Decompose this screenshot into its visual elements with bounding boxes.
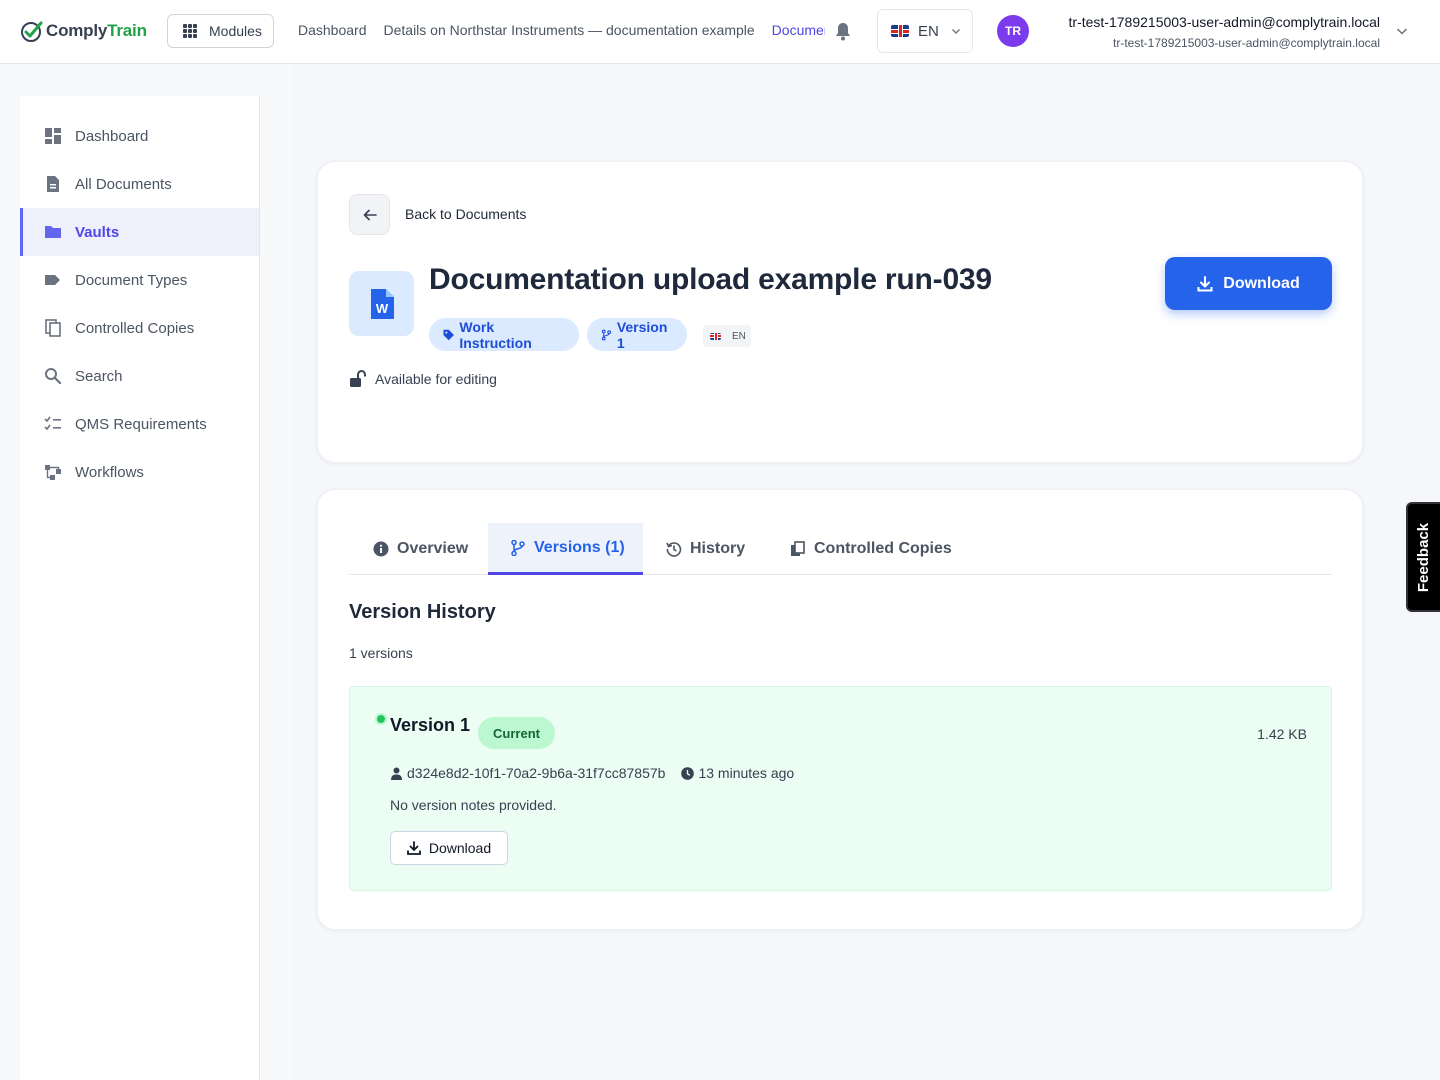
breadcrumb: Dashboard Details on Northstar Instrument… (298, 22, 825, 40)
modules-button[interactable]: Modules (167, 14, 274, 48)
sidebar-item-label: Controlled Copies (75, 319, 195, 337)
logo-text: ComplyTrain (46, 21, 147, 40)
versions-card: Overview Versions (1) History Controlled… (317, 489, 1363, 930)
feedback-tab[interactable]: Feedback (1406, 502, 1440, 612)
version-download-label: Download (428, 840, 492, 856)
document-type-label: Work Instruction (459, 318, 532, 351)
lock-status: Available for editing (349, 370, 497, 388)
avatar[interactable]: TR (997, 15, 1029, 47)
version-badge: Version 1 (587, 318, 687, 351)
file-icon-letter: W (375, 301, 388, 316)
history-icon (666, 542, 682, 557)
document-type-badge: Work Instruction (429, 318, 579, 351)
sidebar-item-label: Search (75, 367, 123, 385)
clock-icon (681, 766, 695, 780)
breadcrumb-dashboard[interactable]: Dashboard (298, 22, 367, 38)
uk-flag-icon (891, 25, 909, 37)
download-button-label: Download (1223, 274, 1300, 292)
version-download-button[interactable]: Download (390, 831, 508, 865)
sidebar-item-label: Document Types (75, 271, 188, 289)
sidebar-item-dashboard[interactable]: Dashboard (20, 112, 259, 160)
version-count: 1 versions (349, 645, 413, 661)
modules-label: Modules (209, 23, 262, 39)
file-size: 1.42 KB (1257, 726, 1307, 742)
page-title: Documentation upload example run-039 (429, 263, 992, 296)
chevron-down-icon (951, 29, 960, 34)
user-icon (391, 767, 402, 780)
lock-status-label: Available for editing (375, 371, 497, 387)
back-to-documents-link[interactable]: Back to Documents (405, 206, 526, 222)
tag-icon (45, 275, 60, 285)
sidebar-item-qms-requirements[interactable]: QMS Requirements (20, 400, 259, 448)
language-badge: EN (703, 325, 751, 347)
user-name: tr-test-1789215003-user-admin@complytrai… (1068, 14, 1380, 30)
sidebar-item-all-documents[interactable]: All Documents (20, 160, 259, 208)
logo[interactable]: ComplyTrain (20, 18, 147, 44)
dashboard-icon (45, 128, 61, 144)
sidebar-item-label: Vaults (75, 223, 120, 241)
sidebar: Dashboard All Documents Vaults Document … (20, 96, 260, 1080)
copies-icon (45, 319, 61, 337)
download-button[interactable]: Download (1165, 257, 1332, 310)
sidebar-item-label: Workflows (75, 463, 144, 481)
folder-icon (45, 226, 61, 238)
back-button[interactable] (349, 194, 390, 235)
branch-icon (511, 539, 525, 556)
checklist-icon (44, 416, 61, 431)
language-select[interactable]: EN (877, 9, 973, 53)
user-menu-chevron-icon[interactable] (1396, 26, 1408, 36)
document-header-card: Back to Documents W Documentation upload… (317, 161, 1363, 463)
unlock-icon (350, 370, 366, 387)
tab-label: History (690, 540, 746, 557)
breadcrumb-current: Documentation upload example run-039 (771, 22, 825, 38)
version-author: d324e8d2-10f1-70a2-9b6a-31f7cc87857b (407, 765, 666, 781)
tab-label: Versions (1) (534, 538, 625, 556)
bell-icon[interactable] (834, 21, 852, 41)
logo-check-icon (21, 21, 43, 42)
sidebar-item-label: Dashboard (75, 127, 149, 145)
tab-controlled-copies[interactable]: Controlled Copies (763, 523, 963, 575)
sidebar-item-document-types[interactable]: Document Types (20, 256, 259, 304)
download-icon (1197, 275, 1213, 291)
document-icon (47, 176, 59, 192)
breadcrumb-vault[interactable]: Details on Northstar Instruments — docum… (384, 22, 755, 38)
tab-overview[interactable]: Overview (349, 523, 488, 575)
user-email: tr-test-1789215003-user-admin@complytrai… (1113, 36, 1380, 50)
arrow-left-icon (363, 209, 377, 220)
uk-flag-icon (710, 332, 721, 340)
version-name: Version 1 (390, 715, 471, 735)
download-icon (406, 841, 421, 855)
tab-label: Overview (397, 540, 469, 557)
current-badge: Current (478, 717, 555, 749)
version-item: Version 1 Current 1.42 KB d324e8d2-10f1-… (349, 686, 1332, 891)
feedback-label: Feedback (1415, 522, 1433, 592)
version-badge-label: Version 1 (616, 318, 668, 351)
tab-label: Controlled Copies (814, 540, 952, 557)
version-meta: d324e8d2-10f1-70a2-9b6a-31f7cc87857b 13 … (390, 765, 794, 781)
copies-icon (791, 541, 805, 556)
version-notes: No version notes provided. (390, 797, 557, 813)
sidebar-item-controlled-copies[interactable]: Controlled Copies (20, 304, 259, 352)
language-badge-label: EN (732, 330, 746, 342)
sidebar-item-vaults[interactable]: Vaults (20, 208, 259, 256)
version-history-title: Version History (349, 601, 496, 623)
info-icon (373, 541, 389, 557)
grid-icon (183, 24, 197, 38)
tab-history[interactable]: History (643, 523, 763, 575)
tab-bar: Overview Versions (1) History Controlled… (349, 523, 1332, 575)
language-value: EN (918, 22, 939, 40)
sidebar-item-label: All Documents (75, 175, 172, 193)
version-time: 13 minutes ago (698, 765, 795, 781)
tab-versions[interactable]: Versions (1) (488, 523, 643, 575)
sidebar-item-search[interactable]: Search (20, 352, 259, 400)
branch-icon (601, 328, 612, 341)
sidebar-item-label: QMS Requirements (75, 415, 207, 433)
top-bar: ComplyTrain Modules Dashboard Details on … (0, 0, 1440, 64)
word-file-icon: W (349, 271, 414, 336)
search-icon (45, 368, 62, 385)
sidebar-item-workflows[interactable]: Workflows (20, 448, 259, 496)
tag-icon (443, 329, 454, 340)
current-indicator-dot (377, 715, 385, 723)
workflow-icon (45, 465, 61, 480)
